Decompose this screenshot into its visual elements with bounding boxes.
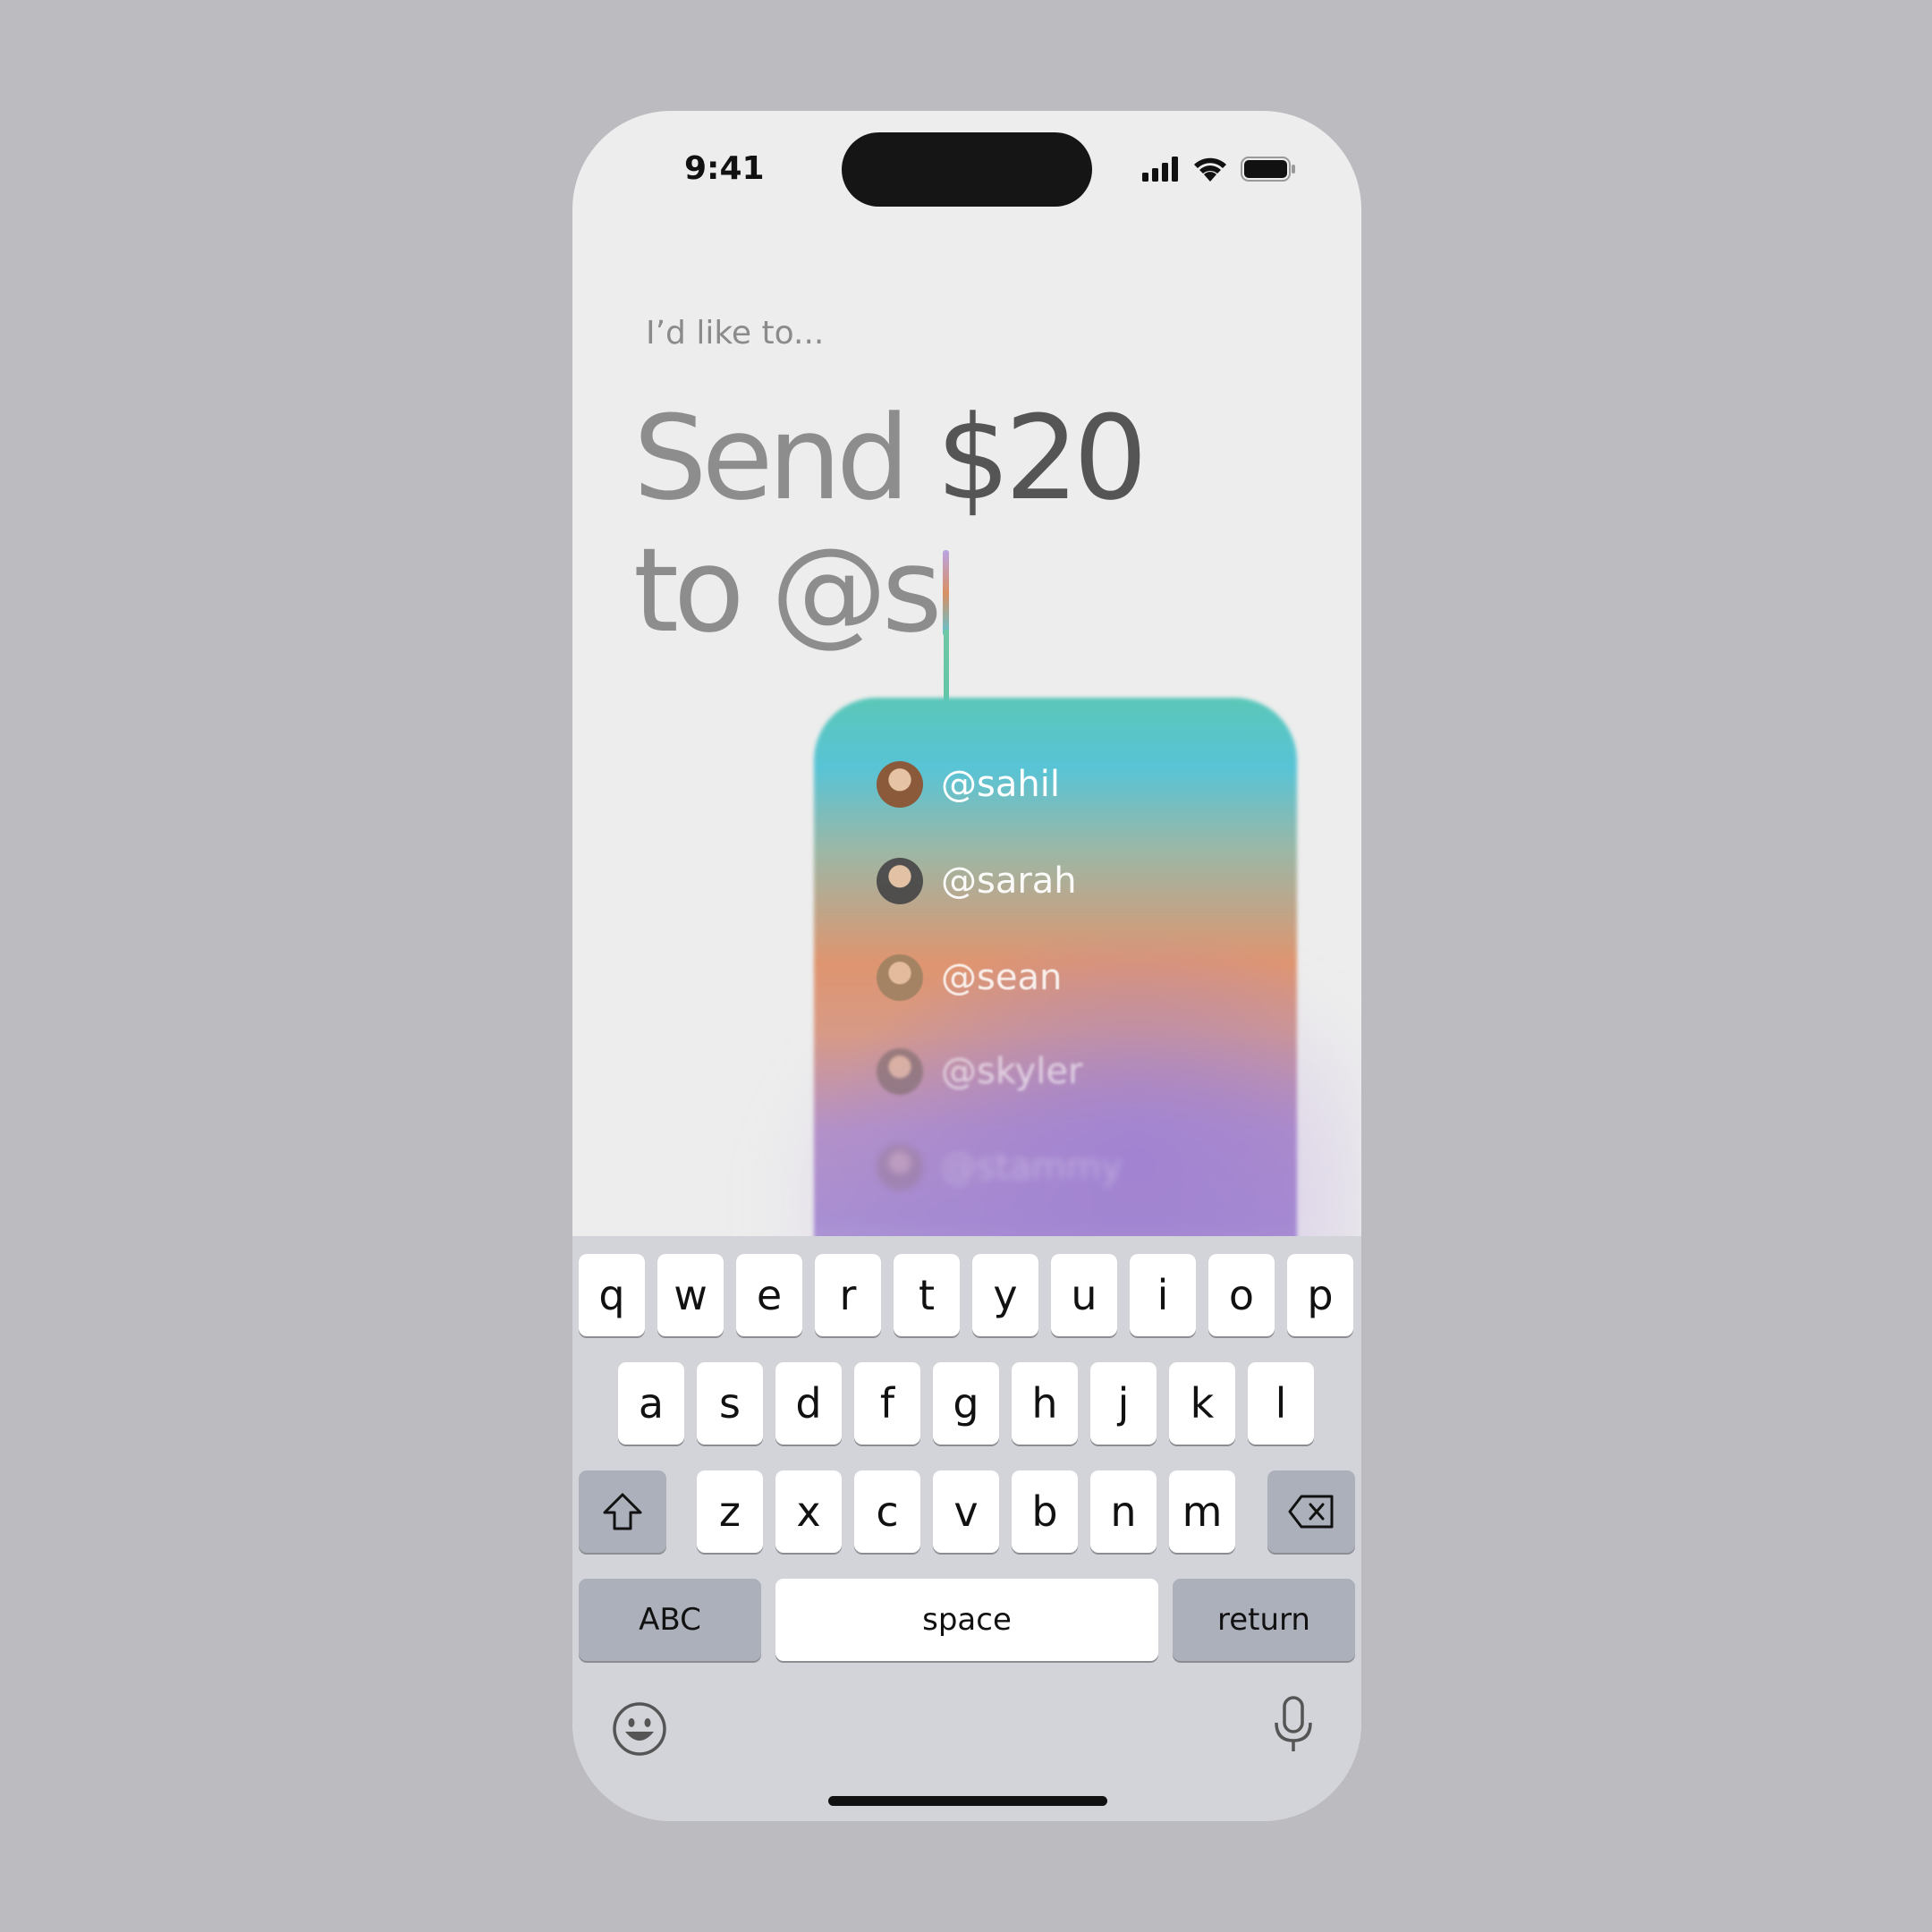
key-r[interactable]: r: [815, 1254, 881, 1336]
wifi-icon: [1194, 157, 1226, 182]
key-g[interactable]: g: [933, 1362, 999, 1445]
key-y[interactable]: y: [972, 1254, 1038, 1336]
avatar: [877, 858, 923, 904]
key-c[interactable]: c: [854, 1470, 920, 1553]
mention-handle: @stammy: [941, 1147, 1123, 1188]
key-d[interactable]: d: [775, 1362, 842, 1445]
key-e[interactable]: e: [736, 1254, 802, 1336]
key-b[interactable]: b: [1012, 1470, 1078, 1553]
delete-key[interactable]: [1267, 1470, 1355, 1553]
mention-item[interactable]: @skyler: [877, 1048, 1082, 1095]
mention-handle: @sahil: [941, 764, 1060, 805]
microphone-icon[interactable]: [1271, 1696, 1316, 1755]
headline-send: Send: [633, 390, 910, 526]
avatar: [877, 954, 923, 1001]
headline-mention: @s: [770, 522, 943, 658]
keyboard: qwertyuiop asdfghjkl zxcvbnm ABC space r…: [572, 1236, 1361, 1821]
mention-item[interactable]: @stammy: [877, 1144, 1123, 1191]
phone-screen: 9:41 I’d like to... Send $20 to @s @sahi…: [572, 111, 1361, 1821]
key-u[interactable]: u: [1051, 1254, 1117, 1336]
mention-handle: @sean: [941, 957, 1063, 998]
shift-icon: [603, 1493, 642, 1530]
key-q[interactable]: q: [579, 1254, 645, 1336]
key-p[interactable]: p: [1287, 1254, 1353, 1336]
status-icons: [1142, 156, 1296, 182]
mention-handle: @skyler: [941, 1051, 1083, 1092]
key-x[interactable]: x: [775, 1470, 842, 1553]
avatar: [877, 1144, 923, 1191]
key-h[interactable]: h: [1012, 1362, 1078, 1445]
headline-amount: $20: [936, 390, 1148, 526]
text-caret: [942, 550, 949, 636]
home-indicator[interactable]: [828, 1796, 1107, 1806]
key-z[interactable]: z: [697, 1470, 763, 1553]
mention-item[interactable]: @sarah: [877, 858, 1077, 904]
key-i[interactable]: i: [1130, 1254, 1196, 1336]
key-v[interactable]: v: [933, 1470, 999, 1553]
mention-handle: @sarah: [941, 860, 1077, 902]
status-time: 9:41: [684, 150, 765, 187]
key-o[interactable]: o: [1208, 1254, 1275, 1336]
space-key[interactable]: space: [775, 1579, 1158, 1661]
key-j[interactable]: j: [1090, 1362, 1157, 1445]
key-w[interactable]: w: [657, 1254, 724, 1336]
key-k[interactable]: k: [1169, 1362, 1235, 1445]
signal-icon: [1142, 157, 1178, 182]
headline-to: to: [633, 522, 744, 658]
key-s[interactable]: s: [697, 1362, 763, 1445]
prompt-label: I’d like to...: [646, 315, 825, 352]
avatar: [877, 1048, 923, 1095]
dynamic-island: [842, 132, 1092, 207]
mention-item[interactable]: @sahil: [877, 761, 1060, 808]
delete-icon: [1288, 1495, 1334, 1529]
abc-key[interactable]: ABC: [579, 1579, 761, 1661]
shift-key[interactable]: [579, 1470, 666, 1553]
avatar: [877, 761, 923, 808]
key-f[interactable]: f: [854, 1362, 920, 1445]
key-l[interactable]: l: [1248, 1362, 1314, 1445]
emoji-icon[interactable]: [612, 1701, 667, 1757]
mention-item[interactable]: @sean: [877, 954, 1062, 1001]
key-t[interactable]: t: [894, 1254, 960, 1336]
battery-icon: [1241, 157, 1295, 182]
return-key[interactable]: return: [1173, 1579, 1355, 1661]
key-m[interactable]: m: [1169, 1470, 1235, 1553]
command-input[interactable]: Send $20 to @s: [633, 390, 1148, 658]
key-a[interactable]: a: [618, 1362, 684, 1445]
key-n[interactable]: n: [1090, 1470, 1157, 1553]
